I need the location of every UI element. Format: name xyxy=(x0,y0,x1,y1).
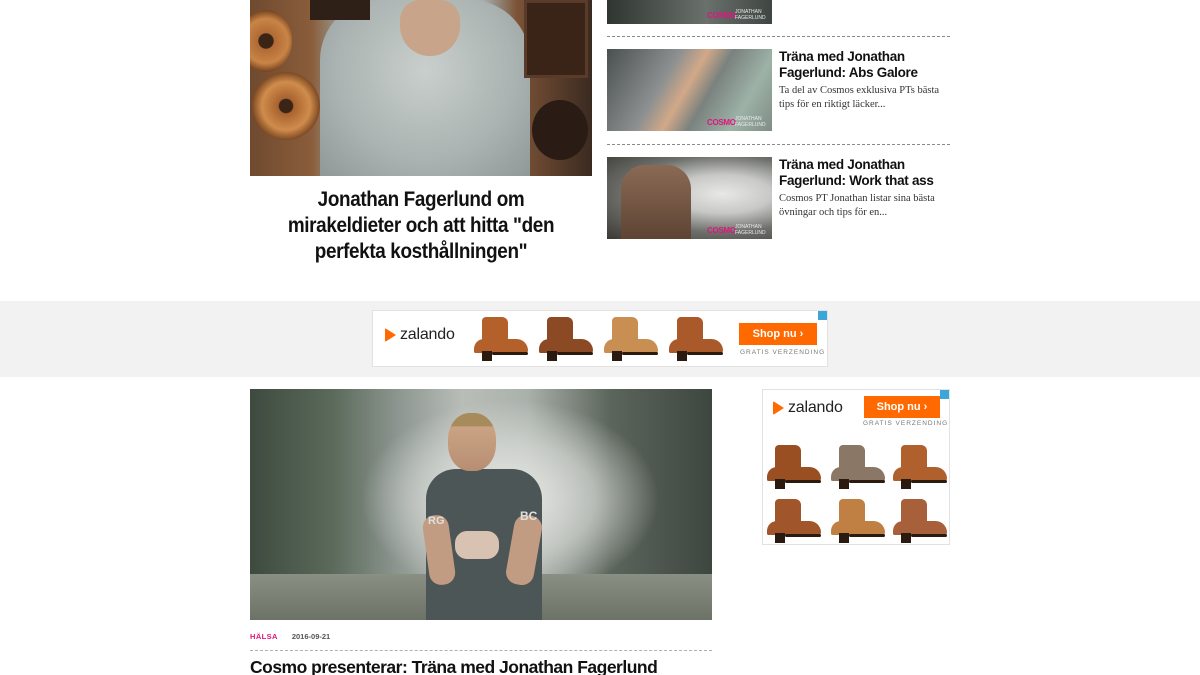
zalando-banner-ad[interactable]: zalando Shop nu › GRATIS VERZENDING xyxy=(372,310,828,367)
cake-decoration xyxy=(250,10,292,72)
shop-now-button[interactable]: Shop nu › xyxy=(864,396,940,418)
zalando-logo: zalando xyxy=(773,399,843,417)
cosmo-logo: COSMO xyxy=(707,11,736,20)
chocolate-tray xyxy=(310,0,370,20)
chocolate-bar xyxy=(524,0,588,78)
cake-decoration xyxy=(252,72,320,140)
side-article-3[interactable]: COSMO JONATHAN FAGERLUND Träna med Jonat… xyxy=(607,157,950,239)
publish-date: 2016-09-21 xyxy=(291,632,331,641)
list-divider xyxy=(607,36,950,37)
brand-subtitle: JONATHAN FAGERLUND xyxy=(735,116,766,128)
zalando-side-ad[interactable]: zalando Shop nu › GRATIS VERZENDING xyxy=(762,389,950,545)
adchoices-icon[interactable] xyxy=(818,311,827,320)
featured-article-title[interactable]: Jonathan Fagerlund om mirakeldieter och … xyxy=(267,187,575,265)
side-article-excerpt: Cosmos PT Jonathan listar sina bästa övn… xyxy=(779,193,935,218)
cosmo-logo: COSMO xyxy=(707,226,736,235)
zalando-mark-icon xyxy=(773,401,784,415)
shirt-logo: BC xyxy=(520,509,538,523)
side-article-thumbnail[interactable]: COSMO JONATHAN FAGERLUND xyxy=(607,0,772,24)
person-hands xyxy=(455,531,499,559)
free-shipping-label: GRATIS VERZENDING xyxy=(740,349,826,356)
article-meta: HÄLSA 2016-09-21 xyxy=(250,632,330,641)
featured-article-image[interactable] xyxy=(250,0,592,176)
brand-subtitle: JONATHAN FAGERLUND xyxy=(735,9,766,21)
side-article-title[interactable]: Träna med Jonathan Fagerlund: Abs Galore xyxy=(779,49,950,81)
list-divider xyxy=(607,144,950,145)
side-article-excerpt: Ta del av Cosmos exklusiva PTs bästa tip… xyxy=(779,85,940,110)
article-title[interactable]: Cosmo presenterar: Träna med Jonathan Fa… xyxy=(250,656,720,675)
brand-subtitle: JONATHAN FAGERLUND xyxy=(735,224,766,236)
person-head xyxy=(448,413,496,471)
zalando-logo: zalando xyxy=(385,326,455,344)
zalando-mark-icon xyxy=(385,328,396,342)
meta-divider xyxy=(250,650,712,651)
side-article-2[interactable]: COSMO JONATHAN FAGERLUND Träna med Jonat… xyxy=(607,49,950,131)
side-article-title[interactable]: Träna med Jonathan Fagerlund: Work that … xyxy=(779,157,950,189)
person-torso xyxy=(621,165,691,239)
shirt-logo: RG xyxy=(428,515,445,527)
article-hero-image[interactable]: RG BC xyxy=(250,389,712,620)
side-article-thumbnail[interactable]: COSMO JONATHAN FAGERLUND xyxy=(607,49,772,131)
side-article-1[interactable]: COSMO JONATHAN FAGERLUND xyxy=(607,0,950,24)
cosmo-logo: COSMO xyxy=(707,118,736,127)
shop-now-button[interactable]: Shop nu › xyxy=(739,323,817,345)
chocolate-plate xyxy=(532,100,588,160)
side-article-thumbnail[interactable]: COSMO JONATHAN FAGERLUND xyxy=(607,157,772,239)
category-tag[interactable]: HÄLSA xyxy=(250,632,278,641)
adchoices-icon[interactable] xyxy=(940,390,949,399)
free-shipping-label: GRATIS VERZENDING xyxy=(863,420,949,427)
